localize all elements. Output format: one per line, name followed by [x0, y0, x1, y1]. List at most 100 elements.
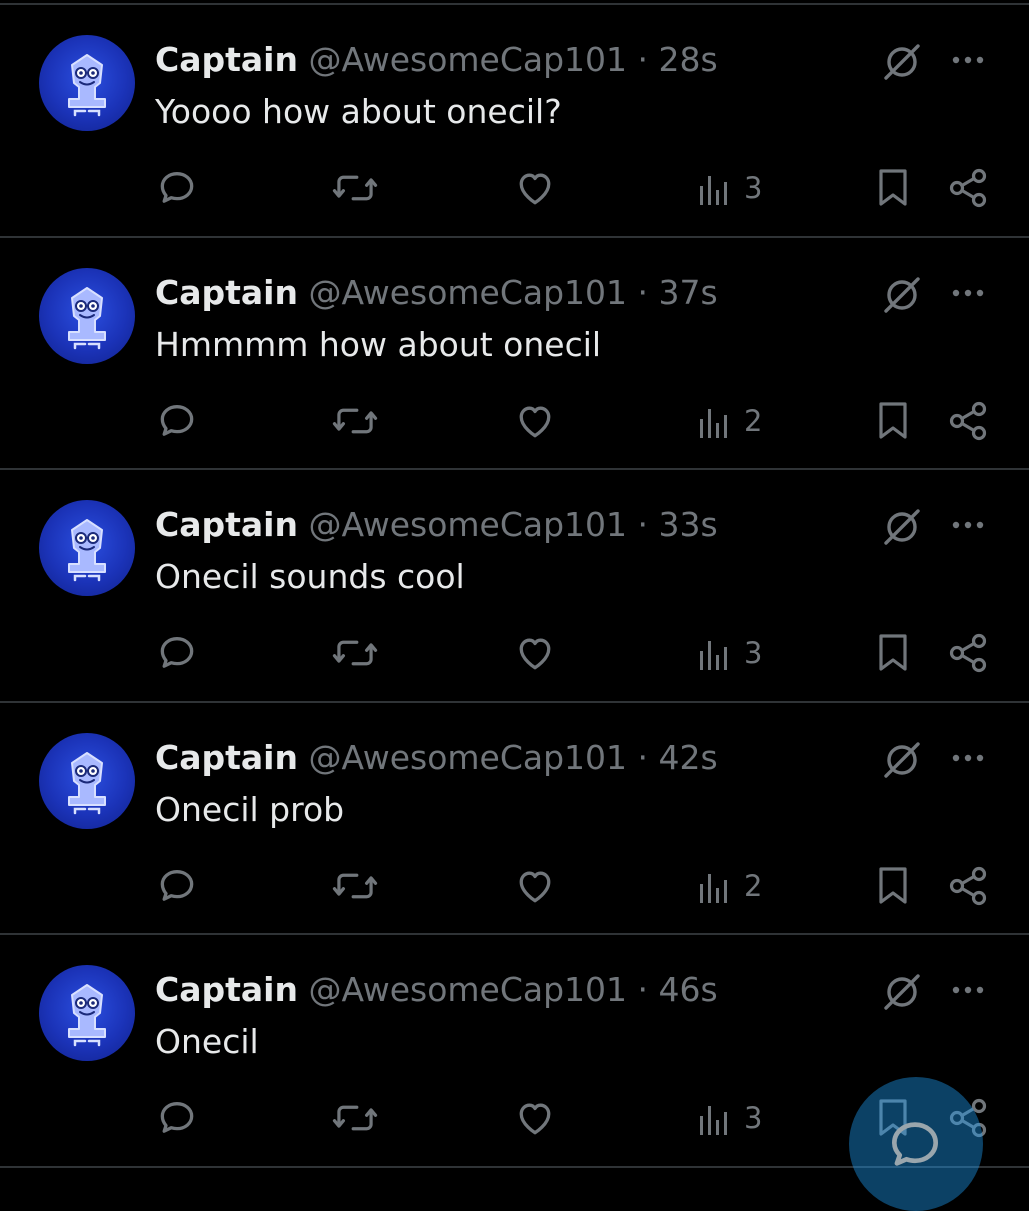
bookmark-icon: [879, 169, 907, 206]
avatar[interactable]: [39, 268, 135, 364]
bookmark-button[interactable]: [873, 166, 913, 210]
more-options-button[interactable]: [948, 40, 988, 80]
like-icon: [519, 638, 551, 670]
views-icon: [700, 409, 727, 438]
author-handle[interactable]: @AwesomeCap101: [308, 970, 627, 1009]
post-timestamp[interactable]: 28s: [659, 40, 718, 79]
like-button[interactable]: [513, 631, 557, 675]
post-header: Captain @AwesomeCap101 · 42s: [155, 736, 718, 780]
grok-button[interactable]: [880, 40, 924, 84]
more-options-icon: [952, 56, 984, 64]
post-timestamp[interactable]: 37s: [659, 273, 718, 312]
share-button[interactable]: [946, 399, 990, 443]
share-icon: [949, 168, 987, 208]
more-options-icon: [952, 521, 984, 529]
grok-button[interactable]: [880, 738, 924, 782]
post-actions: 2: [0, 864, 1029, 908]
reply-button[interactable]: [155, 166, 199, 210]
repost-icon: [332, 640, 378, 666]
view-count: 2: [744, 869, 763, 903]
like-icon: [519, 871, 551, 903]
post-header: Captain @AwesomeCap101 · 33s: [155, 503, 718, 547]
grok-button[interactable]: [880, 970, 924, 1014]
avatar[interactable]: [39, 965, 135, 1061]
avatar[interactable]: [39, 35, 135, 131]
reply-button[interactable]: [155, 864, 199, 908]
views-button[interactable]: 3: [696, 631, 776, 675]
grok-icon: [884, 277, 920, 313]
post-timestamp[interactable]: 42s: [659, 738, 718, 777]
more-options-button[interactable]: [948, 738, 988, 778]
share-button[interactable]: [946, 166, 990, 210]
grok-button[interactable]: [880, 505, 924, 549]
more-options-button[interactable]: [948, 970, 988, 1010]
avatar-mascot-icon: [68, 519, 106, 582]
post[interactable]: Captain @AwesomeCap101 · 42s Onecil prob: [0, 702, 1029, 934]
views-button[interactable]: 3: [696, 1096, 776, 1140]
separator-dot: ·: [637, 970, 649, 1009]
like-button[interactable]: [513, 864, 557, 908]
repost-button[interactable]: [330, 864, 380, 908]
reply-icon: [160, 1102, 194, 1133]
post[interactable]: Captain @AwesomeCap101 · 28s Yoooo how a…: [0, 4, 1029, 236]
post[interactable]: Captain @AwesomeCap101 · 33s Onecil soun…: [0, 469, 1029, 701]
separator-dot: ·: [637, 40, 649, 79]
post-timestamp[interactable]: 46s: [659, 970, 718, 1009]
like-button[interactable]: [513, 1096, 557, 1140]
grok-button[interactable]: [880, 273, 924, 317]
view-count: 3: [744, 171, 763, 205]
avatar-mascot-icon: [68, 752, 106, 815]
repost-button[interactable]: [330, 166, 380, 210]
author-handle[interactable]: @AwesomeCap101: [308, 738, 627, 777]
separator-dot: ·: [637, 505, 649, 544]
views-icon: [700, 874, 727, 903]
post-actions: 3: [0, 166, 1029, 210]
like-icon: [519, 173, 551, 205]
repost-icon: [332, 408, 378, 434]
views-icon: [700, 1106, 727, 1135]
views-icon: [700, 641, 727, 670]
bookmark-button[interactable]: [873, 399, 913, 443]
author-name[interactable]: Captain: [155, 40, 298, 79]
author-handle[interactable]: @AwesomeCap101: [308, 273, 627, 312]
separator-dot: ·: [637, 738, 649, 777]
more-options-button[interactable]: [948, 505, 988, 545]
bookmark-button[interactable]: [873, 631, 913, 675]
author-name[interactable]: Captain: [155, 273, 298, 312]
author-handle[interactable]: @AwesomeCap101: [308, 40, 627, 79]
reply-button[interactable]: [155, 399, 199, 443]
reply-icon: [160, 172, 194, 203]
bookmark-icon: [879, 402, 907, 439]
view-count: 2: [744, 404, 763, 438]
grok-icon: [884, 974, 920, 1010]
views-button[interactable]: 3: [696, 166, 776, 210]
share-icon: [949, 401, 987, 441]
like-button[interactable]: [513, 166, 557, 210]
repost-button[interactable]: [330, 1096, 380, 1140]
bookmark-icon: [879, 634, 907, 671]
grok-icon: [884, 44, 920, 80]
author-name[interactable]: Captain: [155, 505, 298, 544]
share-button[interactable]: [946, 631, 990, 675]
views-button[interactable]: 2: [696, 399, 776, 443]
author-name[interactable]: Captain: [155, 970, 298, 1009]
repost-button[interactable]: [330, 631, 380, 675]
more-options-icon: [952, 754, 984, 762]
avatar[interactable]: [39, 733, 135, 829]
more-options-button[interactable]: [948, 273, 988, 313]
avatar[interactable]: [39, 500, 135, 596]
repost-icon: [332, 873, 378, 899]
post-actions: 3: [0, 631, 1029, 675]
post[interactable]: Captain @AwesomeCap101 · 37s Hmmmm how a…: [0, 237, 1029, 469]
views-button[interactable]: 2: [696, 864, 776, 908]
reply-button[interactable]: [155, 631, 199, 675]
reply-button[interactable]: [155, 1096, 199, 1140]
post-timestamp[interactable]: 33s: [659, 505, 718, 544]
author-name[interactable]: Captain: [155, 738, 298, 777]
author-handle[interactable]: @AwesomeCap101: [308, 505, 627, 544]
compose-reply-button[interactable]: [849, 1077, 983, 1211]
like-button[interactable]: [513, 399, 557, 443]
share-button[interactable]: [946, 864, 990, 908]
repost-button[interactable]: [330, 399, 380, 443]
bookmark-button[interactable]: [873, 864, 913, 908]
